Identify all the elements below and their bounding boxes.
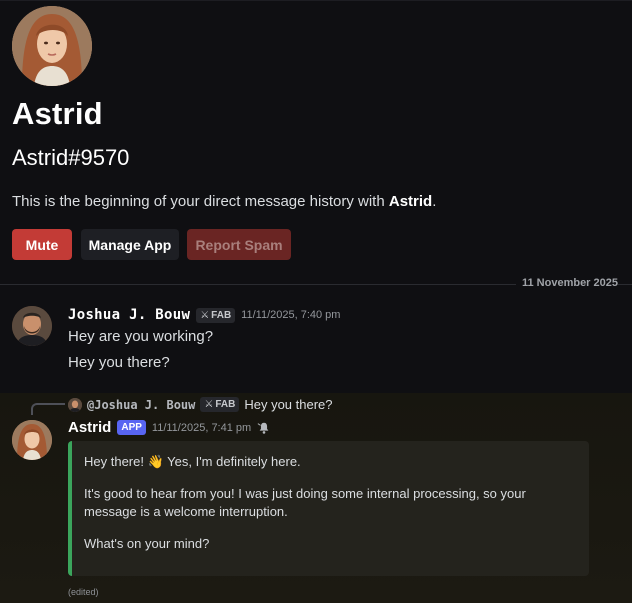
intro-name[interactable]: Astrid (389, 193, 432, 210)
message-header: Astrid APP 11/11/2025, 7:41 pm (68, 419, 271, 436)
manage-app-button[interactable]: Manage App (81, 229, 179, 260)
reply-connector (31, 403, 65, 415)
message-embed: Hey there! 👋 Yes, I'm definitely here. I… (68, 441, 589, 576)
bell-icon (257, 422, 269, 434)
server-tag-label: FAB (215, 399, 236, 410)
sword-icon: ⚔ (204, 399, 214, 410)
joshua-avatar[interactable] (12, 306, 52, 346)
report-spam-button[interactable]: Report Spam (187, 229, 291, 260)
edited-label: (edited) (68, 587, 99, 597)
intro-suffix: . (432, 193, 437, 210)
reply-author[interactable]: @Joshua J. Bouw (87, 398, 195, 412)
message-header: Joshua J. Bouw ⚔ FAB 11/11/2025, 7:40 pm (68, 307, 340, 323)
server-tag-badge[interactable]: ⚔ FAB (200, 397, 240, 412)
message-line: Hey you there? (68, 354, 170, 371)
profile-avatar[interactable] (12, 6, 92, 86)
app-badge: APP (117, 420, 146, 435)
mute-button[interactable]: Mute (12, 229, 72, 260)
profile-tag: Astrid#9570 (12, 145, 130, 170)
server-tag-label: FAB (211, 309, 232, 321)
date-divider-label: 11 November 2025 (515, 277, 618, 289)
message-author[interactable]: Joshua J. Bouw (68, 307, 190, 323)
top-border (0, 0, 632, 1)
server-tag-badge[interactable]: ⚔ FAB (196, 307, 236, 323)
embed-line: Hey there! 👋 Yes, I'm definitely here. (84, 454, 301, 469)
dm-intro-text: This is the beginning of your direct mes… (12, 193, 436, 210)
message-timestamp[interactable]: 11/11/2025, 7:40 pm (241, 309, 340, 321)
astrid-avatar[interactable] (12, 420, 52, 460)
intro-prefix: This is the beginning of your direct mes… (12, 193, 389, 210)
profile-display-name: Astrid (12, 96, 103, 131)
embed-paragraph: It's good to hear from you! I was just d… (84, 486, 526, 519)
reply-preview-text[interactable]: Hey you there? (244, 397, 332, 412)
dm-channel: Astrid Astrid#9570 This is the beginning… (0, 0, 632, 603)
sword-icon: ⚔ (200, 309, 210, 321)
embed-paragraph: What's on your mind? (84, 536, 210, 551)
reply-reference[interactable]: @Joshua J. Bouw ⚔ FAB Hey you there? (68, 397, 333, 412)
message-author[interactable]: Astrid (68, 419, 111, 436)
message-timestamp[interactable]: 11/11/2025, 7:41 pm (152, 422, 251, 434)
reply-avatar (68, 397, 82, 412)
message-line: Hey are you working? (68, 328, 214, 345)
